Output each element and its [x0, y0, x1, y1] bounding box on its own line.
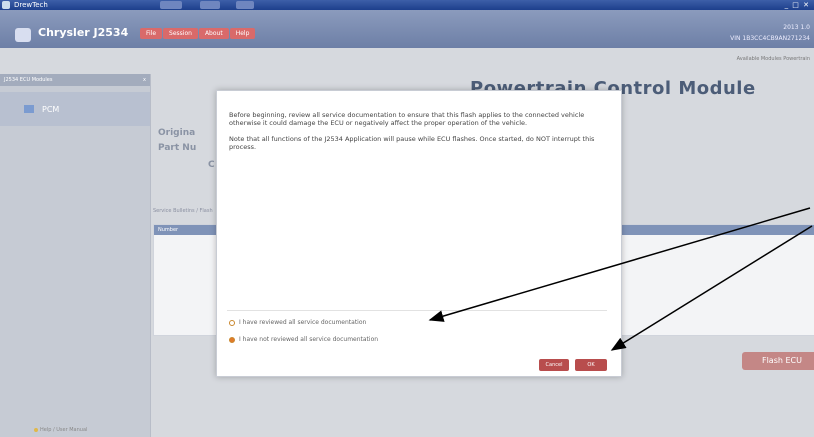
arrow-line	[428, 207, 811, 322]
arrow-line	[610, 225, 813, 351]
annotation-arrows	[428, 207, 813, 351]
